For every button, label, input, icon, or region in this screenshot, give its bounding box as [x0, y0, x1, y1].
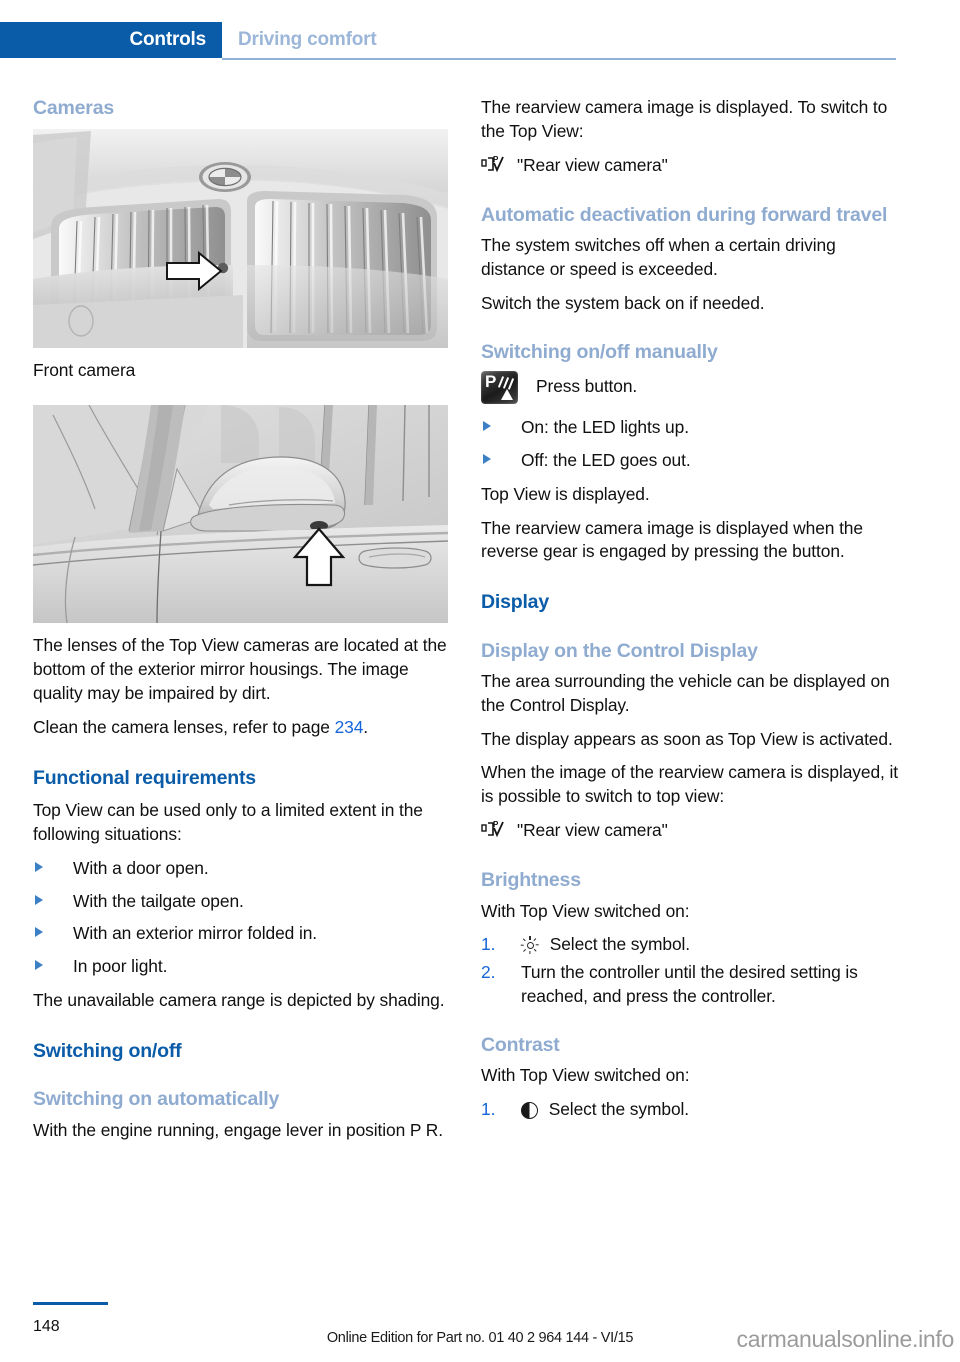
- tab-controls[interactable]: Controls: [0, 22, 222, 58]
- heading-cameras: Cameras: [33, 97, 114, 119]
- figure-caption-front-camera: Front camera: [33, 360, 136, 381]
- para-switch-back-on: Switch the system back on if needed.: [481, 292, 765, 313]
- front-grille-illustration: [33, 129, 448, 349]
- sun-ray: [533, 938, 537, 942]
- list-item: With an exterior mirror folded in.: [33, 922, 453, 946]
- triangle-bullet-icon: [483, 420, 491, 431]
- triangle-bullet-icon: [35, 894, 43, 905]
- step-number: 2.: [481, 962, 496, 983]
- heading-display: Display: [481, 591, 549, 614]
- sun-ray: [533, 948, 537, 953]
- list-item: With a door open.: [33, 857, 453, 881]
- manual-page: Controls Driving comfort Cameras Front c…: [0, 0, 960, 1362]
- idrive-menu-entry-rear-view-camera[interactable]: P "Rear view camera": [481, 154, 901, 179]
- list-item: Off: the LED goes out.: [481, 449, 901, 473]
- contrast-steps-list: 1. Select the symbol.: [481, 1098, 901, 1122]
- triangle-bullet-icon: [35, 960, 43, 971]
- heading-automatic-deactivation: Automatic deactivation during forward tr…: [481, 203, 888, 226]
- list-item-label: With an exterior mirror folded in.: [73, 923, 318, 944]
- list-item: On: the LED lights up.: [481, 416, 901, 440]
- idrive-select-glyph: P: [481, 820, 504, 838]
- para-area-surrounding: The area surrounding the vehicle can be …: [481, 670, 890, 715]
- tab-driving-comfort[interactable]: Driving comfort: [238, 22, 377, 58]
- watermark: carmanualsonline.info: [736, 1326, 955, 1352]
- svg-text:P: P: [493, 155, 499, 164]
- step-label: Select the symbol.: [549, 934, 691, 955]
- para-clean-lenses: Clean the camera lenses, refer to page 2…: [33, 716, 453, 740]
- heading-switching-on-automatically: Switching on automatically: [33, 1088, 280, 1111]
- list-item: With the tailgate open.: [33, 890, 453, 914]
- header-divider: [222, 58, 896, 60]
- para-reverse-gear: The rearview camera image is displayed w…: [481, 517, 863, 562]
- svg-text:P: P: [493, 820, 499, 829]
- para-limited-extent: Top View can be used only to a limited e…: [33, 799, 423, 844]
- page-reference-link[interactable]: 234: [335, 717, 364, 737]
- brightness-sun-icon: [520, 936, 539, 955]
- led-state-list: On: the LED lights up. Off: the LED goes…: [481, 416, 901, 473]
- sun-ray: [520, 944, 525, 947]
- idrive-select-glyph: P: [481, 155, 504, 172]
- para-display-appears: The display appears as soon as Top View …: [481, 728, 893, 749]
- list-item-label: In poor light.: [73, 956, 168, 977]
- para-when-image-rearview: When the image of the rearview camera is…: [481, 762, 899, 807]
- idrive-menu-label: "Rear view camera": [517, 820, 668, 841]
- triangle-bullet-icon: [35, 927, 43, 938]
- idrive-menu-label: "Rear view camera": [517, 154, 668, 175]
- list-item: 1. Select the symbol.: [481, 1098, 901, 1122]
- heading-contrast: Contrast: [481, 1033, 560, 1056]
- left-column: Cameras Front camera The lenses of the T…: [33, 96, 453, 1152]
- figure-front-camera: [33, 129, 448, 349]
- sun-ray: [529, 936, 531, 940]
- para-shading: The unavailable camera range is depicted…: [33, 990, 445, 1011]
- triangle-bullet-icon: [483, 453, 491, 464]
- list-item: 2. Turn the controller until the desired…: [481, 961, 901, 1009]
- list-item-label: Off: the LED goes out.: [521, 449, 691, 470]
- sun-ray: [523, 948, 527, 953]
- idrive-controller-icon: P: [481, 154, 507, 179]
- list-item: 1. Select the symbol.: [481, 933, 901, 957]
- heading-switching-on-off: Switching on/off: [33, 1039, 182, 1062]
- para-with-topview-on-brightness: With Top View switched on:: [481, 900, 690, 921]
- sun-core: [526, 941, 534, 949]
- para-topview-displayed: Top View is displayed.: [481, 483, 650, 504]
- list-item-label: With the tailgate open.: [73, 890, 244, 911]
- pdc-p-label: P: [485, 371, 497, 391]
- heading-brightness: Brightness: [481, 869, 581, 892]
- para-rearview-displayed: The rearview camera image is displayed. …: [481, 97, 888, 141]
- idrive-menu-entry-rear-view-camera-2[interactable]: P "Rear view camera": [481, 819, 901, 844]
- list-item-label: With a door open.: [73, 857, 209, 878]
- para-clean-prefix: Clean the camera lenses, refer to page: [33, 716, 335, 737]
- functional-requirements-list: With a door open. With the tailgate open…: [33, 857, 453, 979]
- heading-switching-manually: Switching on/off manually: [481, 340, 718, 363]
- para-with-topview-on-contrast: With Top View switched on:: [481, 1065, 690, 1086]
- mirror-camera-illustration: [33, 405, 448, 624]
- pdc-press-button-label: Press button.: [536, 375, 638, 396]
- sun-ray: [529, 950, 531, 955]
- sun-ray: [535, 944, 539, 947]
- pdc-button-icon[interactable]: P: [481, 370, 518, 404]
- heading-functional-requirements: Functional requirements: [33, 766, 256, 789]
- list-item: In poor light.: [33, 955, 453, 979]
- step-number: 1.: [481, 934, 496, 955]
- para-system-switches-off: The system switches off when a certain d…: [481, 235, 836, 279]
- figure-mirror-camera: [33, 405, 448, 624]
- pdc-button-row: P Press button.: [481, 370, 901, 404]
- contrast-icon: [521, 1102, 538, 1120]
- right-column: The rearview camera image is displayed. …: [481, 96, 901, 1132]
- sun-ray: [523, 938, 527, 942]
- step-label: Turn the controller until the desired se…: [521, 962, 858, 1007]
- step-label: Select the symbol.: [548, 1099, 690, 1120]
- triangle-bullet-icon: [35, 861, 43, 872]
- para-lenses: The lenses of the Top View cameras are l…: [33, 635, 447, 703]
- para-clean-suffix: .: [363, 716, 369, 737]
- heading-display-on-control-display: Display on the Control Display: [481, 639, 758, 662]
- brightness-steps-list: 1. Select the symbol. 2. Turn the contro…: [481, 933, 901, 1009]
- footer-divider: [33, 1302, 108, 1305]
- list-item-label: On: the LED lights up.: [521, 416, 689, 437]
- step-number: 1.: [481, 1099, 496, 1120]
- para-engine-running: With the engine running, engage lever in…: [33, 1119, 443, 1140]
- idrive-controller-icon: P: [481, 819, 507, 844]
- page-header: Controls Driving comfort: [0, 22, 960, 58]
- pdc-triangle: [501, 388, 513, 400]
